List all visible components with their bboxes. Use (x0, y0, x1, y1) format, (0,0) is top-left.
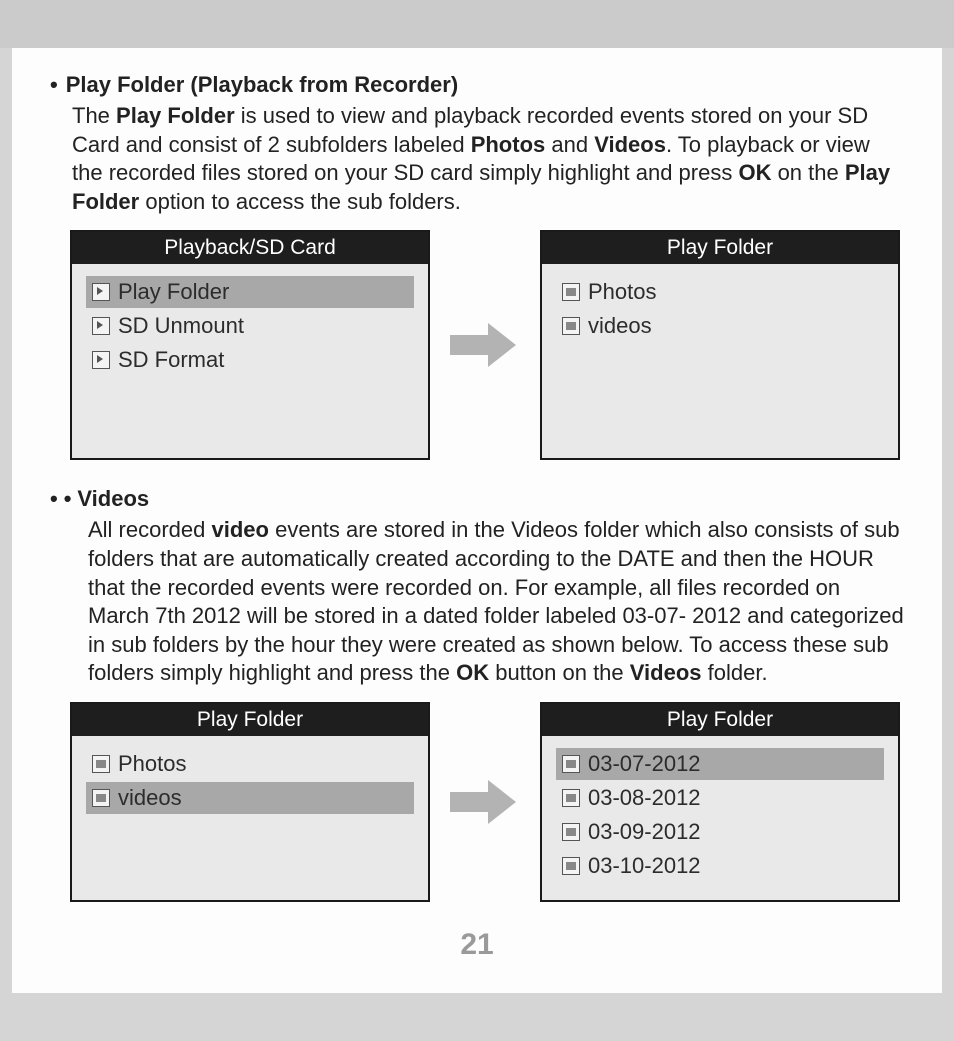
photo-icon (562, 857, 580, 875)
section-title: Play Folder (Playback from Recorder) (66, 72, 458, 98)
menu-body: 03-07-2012 03-08-2012 03-09-2012 03-10-2012 (542, 736, 898, 894)
menu-item[interactable]: 03-10-2012 (556, 850, 884, 882)
text-bold: video (212, 517, 269, 542)
menu-item[interactable]: videos (556, 310, 884, 342)
photo-icon (92, 755, 110, 773)
menu-item[interactable]: 03-09-2012 (556, 816, 884, 848)
bullet-icon: • (50, 486, 64, 516)
photo-icon (562, 823, 580, 841)
figure-playfolder-to-dates: Play Folder Photos videos Play Folder 03-… (70, 702, 904, 902)
menu-body: Photos videos (72, 736, 428, 826)
page-content: • Play Folder (Playback from Recorder) T… (12, 48, 942, 993)
section1-paragraph: The Play Folder is used to view and play… (72, 102, 904, 216)
photo-icon (92, 789, 110, 807)
arrow-right-icon (450, 323, 520, 367)
play-icon (92, 351, 110, 369)
menu-item-label: SD Unmount (118, 313, 244, 339)
photo-icon (562, 755, 580, 773)
menu-playback-sd-card: Playback/SD Card Play Folder SD Unmount SD… (70, 230, 430, 460)
photo-icon (562, 317, 580, 335)
section-videos: • • Videos (50, 486, 904, 516)
menu-item[interactable]: Play Folder (86, 276, 414, 308)
menu-item[interactable]: videos (86, 782, 414, 814)
photo-icon (562, 789, 580, 807)
menu-body: Photos videos (542, 264, 898, 354)
text-bold: Photos (471, 132, 546, 157)
menu-item[interactable]: Photos (86, 748, 414, 780)
play-icon (92, 317, 110, 335)
text-bold: Play Folder (116, 103, 235, 128)
figure-playback-to-playfolder: Playback/SD Card Play Folder SD Unmount SD… (70, 230, 904, 460)
text-bold: Videos (630, 660, 702, 685)
menu-item[interactable]: 03-08-2012 (556, 782, 884, 814)
text-fragment: on the (771, 160, 844, 185)
menu-item[interactable]: Photos (556, 276, 884, 308)
menu-item-label: 03-10-2012 (588, 853, 701, 879)
menu-item[interactable]: 03-07-2012 (556, 748, 884, 780)
menu-item-label: videos (588, 313, 652, 339)
play-icon (92, 283, 110, 301)
menu-title: Play Folder (542, 232, 898, 264)
page-number: 21 (50, 928, 904, 962)
text-bold: Videos (594, 132, 666, 157)
menu-item-label: Photos (588, 279, 657, 305)
menu-play-folder-videos-selected: Play Folder Photos videos (70, 702, 430, 902)
bullet-icon: • (64, 486, 78, 516)
text-fragment: and (545, 132, 594, 157)
section2-paragraph: All recorded video events are stored in … (88, 516, 904, 688)
arrow-right-icon (450, 780, 520, 824)
menu-title: Play Folder (72, 704, 428, 736)
text-fragment: button on the (489, 660, 630, 685)
menu-item-label: 03-07-2012 (588, 751, 701, 777)
text-bold: OK (738, 160, 771, 185)
text-fragment: The (72, 103, 116, 128)
text-fragment: folder. (702, 660, 768, 685)
menu-item[interactable]: SD Unmount (86, 310, 414, 342)
menu-title: Play Folder (542, 704, 898, 736)
text-fragment: All recorded (88, 517, 212, 542)
page: • Play Folder (Playback from Recorder) T… (0, 0, 954, 1041)
menu-play-folder: Play Folder Photos videos (540, 230, 900, 460)
text-bold: OK (456, 660, 489, 685)
menu-item-label: SD Format (118, 347, 224, 373)
top-margin-band (0, 0, 954, 48)
section-title: Videos (77, 486, 149, 512)
bullet-icon: • (50, 72, 66, 102)
menu-item-label: videos (118, 785, 182, 811)
menu-play-folder-dates: Play Folder 03-07-2012 03-08-2012 03-09-20… (540, 702, 900, 902)
menu-item[interactable]: SD Format (86, 344, 414, 376)
menu-item-label: Play Folder (118, 279, 229, 305)
menu-item-label: 03-08-2012 (588, 785, 701, 811)
menu-item-label: 03-09-2012 (588, 819, 701, 845)
section-play-folder: • Play Folder (Playback from Recorder) (50, 72, 904, 102)
text-fragment: option to access the sub folders. (139, 189, 461, 214)
menu-title: Playback/SD Card (72, 232, 428, 264)
menu-body: Play Folder SD Unmount SD Format (72, 264, 428, 388)
menu-item-label: Photos (118, 751, 187, 777)
photo-icon (562, 283, 580, 301)
